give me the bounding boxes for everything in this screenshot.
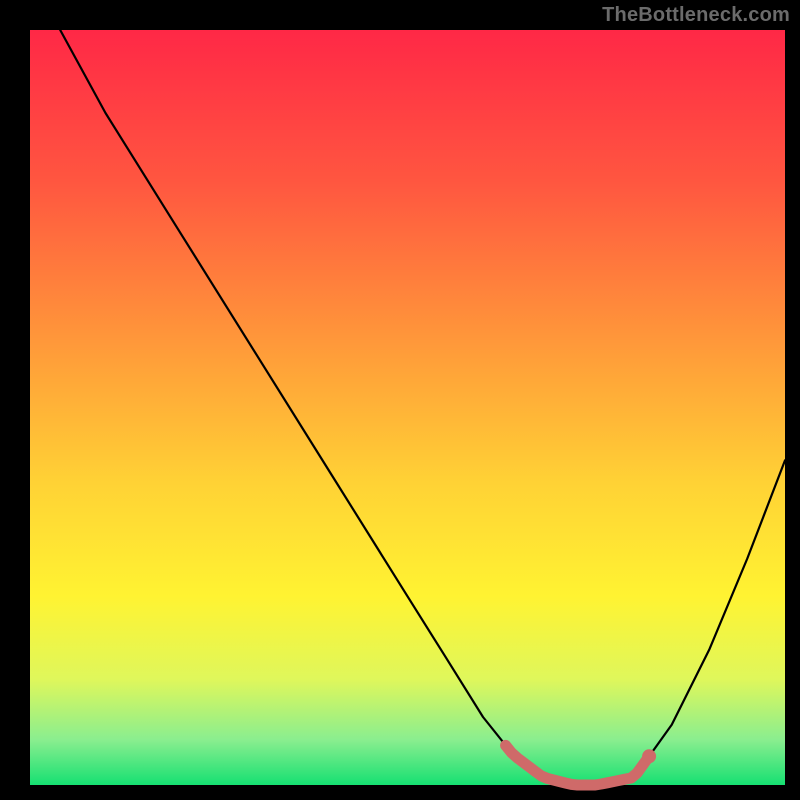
bottleneck-chart-svg xyxy=(0,0,800,800)
chart-stage: TheBottleneck.com xyxy=(0,0,800,800)
watermark-text: TheBottleneck.com xyxy=(602,4,790,27)
